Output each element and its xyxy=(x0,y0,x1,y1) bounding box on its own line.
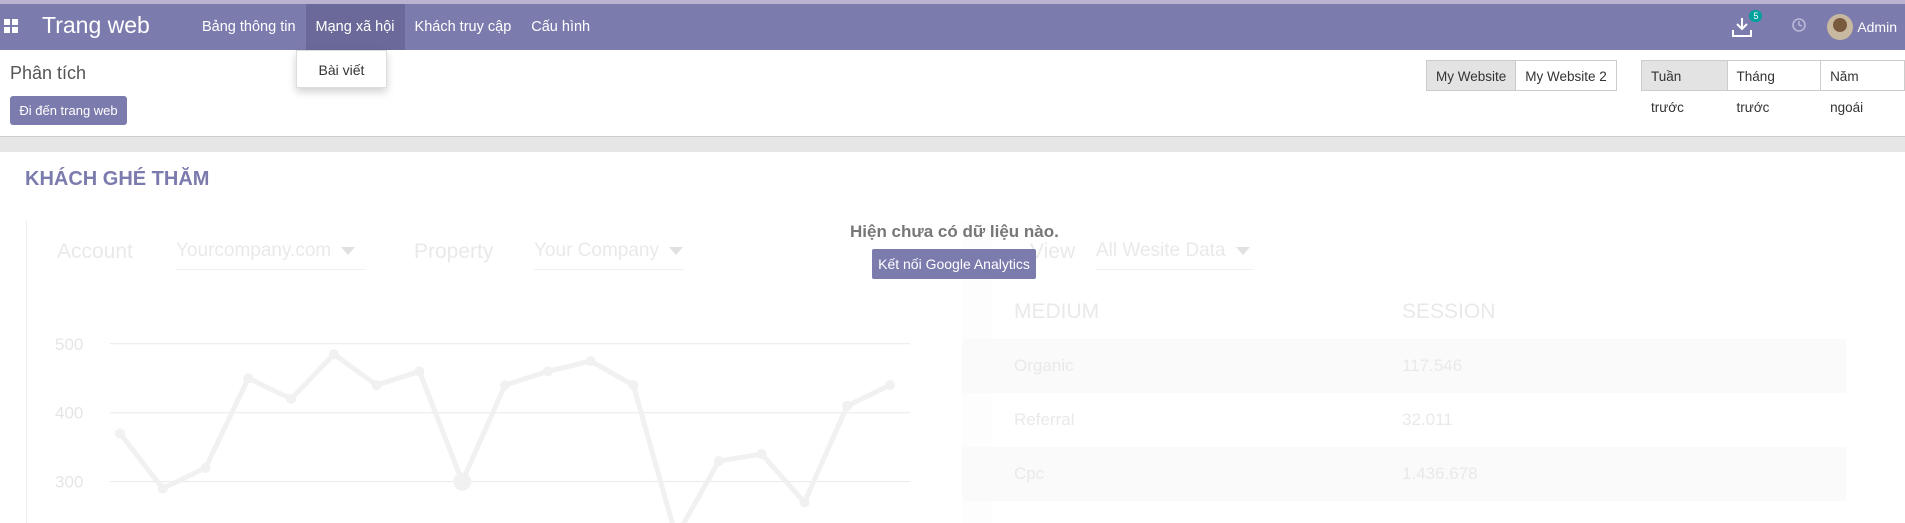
avatar xyxy=(1827,14,1854,40)
chart-point xyxy=(842,400,853,411)
period-last-year[interactable]: Năm ngoái xyxy=(1820,60,1905,115)
download-button[interactable]: 5 xyxy=(1731,10,1763,40)
view-label: View xyxy=(1030,240,1076,263)
column-medium: MEDIUM xyxy=(1014,300,1100,323)
table-header: MEDIUM SESSION xyxy=(962,285,1846,339)
table-row: Cpc 1.436.678 xyxy=(962,447,1846,501)
view-select: All Wesite Data xyxy=(1096,240,1254,270)
property-label: Property xyxy=(414,240,494,263)
chart-point xyxy=(885,380,895,391)
account-select: Yourcompany.com xyxy=(176,240,366,270)
chart-point xyxy=(200,462,211,473)
chart-point xyxy=(371,380,382,391)
chart-point xyxy=(453,472,472,491)
connect-google-analytics-button[interactable]: Kết nối Google Analytics xyxy=(872,249,1036,279)
chart-point xyxy=(628,380,639,391)
social-dropdown: Bài viết xyxy=(296,50,387,88)
download-count-badge: 5 xyxy=(1749,10,1763,22)
table-row: Organic 117.546 xyxy=(962,339,1846,393)
chart-series-line xyxy=(118,350,892,523)
chart-point xyxy=(799,497,810,508)
chart-point xyxy=(243,373,254,384)
systray: 5 Admin xyxy=(1731,4,1905,50)
chart-point xyxy=(585,356,596,367)
no-data-message: Hiện chưa có dữ liệu nào. xyxy=(850,222,1059,241)
chart-point xyxy=(328,349,339,360)
chevron-down-icon xyxy=(668,246,683,255)
y-tick-label: 500 xyxy=(55,335,83,354)
medium-session-table: MEDIUM SESSION Organic 117.546 Referral … xyxy=(962,285,1846,501)
chevron-down-icon xyxy=(341,246,356,255)
go-to-website-button[interactable]: Đi đến trang web xyxy=(10,96,127,125)
chevron-down-icon xyxy=(1235,246,1250,255)
period-last-week[interactable]: Tuần trước xyxy=(1641,60,1728,115)
chart-point xyxy=(500,380,510,391)
cell-session: 117.546 xyxy=(1402,356,1463,375)
column-session: SESSION xyxy=(1402,300,1496,323)
table-row: Referral 32.011 xyxy=(962,393,1846,447)
menu-social[interactable]: Mạng xã hội xyxy=(305,4,405,50)
website-option-2[interactable]: My Website 2 xyxy=(1515,60,1617,91)
chart-point xyxy=(286,393,297,404)
app-brand[interactable]: Trang web xyxy=(42,12,150,39)
visitors-line-chart: 500 400 300 xyxy=(55,335,910,523)
chart-point xyxy=(115,428,125,439)
property-select: Your Company xyxy=(534,240,684,270)
activity-button[interactable] xyxy=(1791,17,1807,37)
cell-session: 1.436.678 xyxy=(1402,464,1478,483)
y-tick-label: 400 xyxy=(55,404,83,423)
chart-point xyxy=(756,449,767,460)
cell-medium: Organic xyxy=(1014,356,1074,375)
chart-point xyxy=(713,455,724,466)
period-last-month[interactable]: Tháng trước xyxy=(1726,60,1822,115)
dropdown-item-posts[interactable]: Bài viết xyxy=(297,51,386,89)
section-separator xyxy=(0,136,1905,152)
cell-medium: Cpc xyxy=(1014,464,1045,483)
top-navbar: Trang web Bảng thông tin Mạng xã hội Khá… xyxy=(0,0,1905,50)
view-select-value: All Wesite Data xyxy=(1096,240,1226,261)
main-menu: Bảng thông tin Mạng xã hội Khách truy cậ… xyxy=(192,4,600,50)
account-select-value: Yourcompany.com xyxy=(176,240,332,261)
property-select-value: Your Company xyxy=(534,240,659,261)
clock-icon xyxy=(1792,18,1807,32)
apps-menu-icon[interactable] xyxy=(4,19,18,33)
account-label: Account xyxy=(57,240,133,263)
website-switcher: My Website My Website 2 xyxy=(1426,60,1617,91)
period-switcher: Tuần trước Tháng trước Năm ngoái xyxy=(1641,60,1905,115)
menu-dashboard[interactable]: Bảng thông tin xyxy=(192,4,306,50)
chart-point xyxy=(414,366,425,377)
cell-medium: Referral xyxy=(1014,410,1075,429)
menu-configuration[interactable]: Cấu hình xyxy=(521,4,600,50)
website-option-1[interactable]: My Website xyxy=(1426,60,1517,91)
user-name: Admin xyxy=(1857,19,1897,35)
y-tick-label: 300 xyxy=(55,473,83,492)
menu-visitors[interactable]: Khách truy cập xyxy=(405,4,522,50)
page-title: Phân tích xyxy=(10,63,87,83)
cell-session: 32.011 xyxy=(1402,410,1453,429)
section-title: KHÁCH GHÉ THĂM xyxy=(25,168,210,190)
user-menu[interactable]: Admin xyxy=(1827,14,1897,40)
chart-point xyxy=(157,483,168,494)
chart-point xyxy=(542,366,553,377)
